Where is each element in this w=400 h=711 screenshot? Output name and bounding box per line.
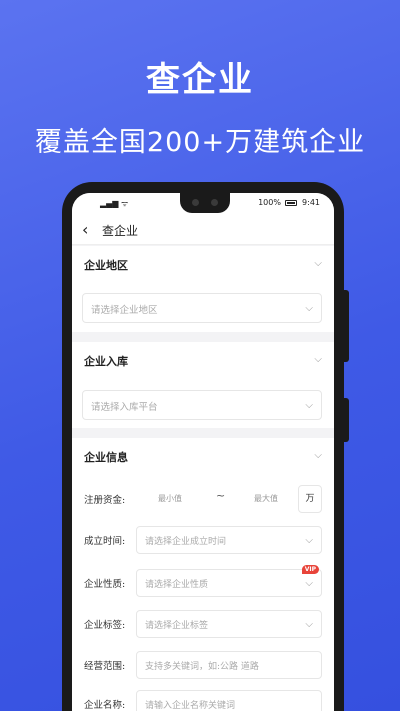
company-name-input[interactable]: 请输入企业名称关键词: [136, 690, 322, 711]
section-entry: 企业入库 ⌵ 请选择入库平台 ⌵: [72, 342, 334, 428]
chevron-down-icon: ⌵: [305, 535, 313, 546]
section-entry-label: 企业入库: [84, 355, 128, 368]
chevron-down-icon: ⌵: [305, 400, 313, 411]
name-label: 企业名称:: [84, 700, 126, 711]
nav-bar: ‹ 查企业: [72, 213, 334, 245]
chevron-down-icon[interactable]: ⌵: [314, 450, 322, 461]
phone-side-button-lower: [344, 398, 349, 442]
nature-select[interactable]: 请选择企业性质 ⌵ VIP: [136, 565, 322, 597]
chevron-down-icon: ⌵: [305, 303, 313, 314]
region-select[interactable]: 请选择企业地区 ⌵: [82, 293, 322, 323]
tags-row: 企业标签: 请选择企业标签 ⌵: [72, 608, 334, 640]
section-region-header[interactable]: 企业地区 ⌵: [72, 246, 334, 282]
capital-label: 注册资金:: [84, 495, 126, 506]
section-info-label: 企业信息: [84, 451, 128, 464]
chevron-down-icon: ⌵: [305, 619, 313, 630]
capital-max-input[interactable]: 最大值: [254, 493, 278, 504]
vip-badge: VIP: [301, 565, 319, 574]
chevron-down-icon: ⌵: [305, 578, 313, 589]
region-select-placeholder: 请选择企业地区: [91, 305, 158, 316]
tags-select[interactable]: 请选择企业标签 ⌵: [136, 610, 322, 638]
camera-icon: [192, 199, 199, 206]
phone-screen: ▂▄▆ ᯤ 100% 9:41 ‹ 查企业 企业地区 ⌵ 请选择企业地区 ⌵ 企…: [72, 193, 334, 711]
nature-row: 企业性质: 请选择企业性质 ⌵ VIP: [72, 565, 334, 599]
scope-placeholder: 支持多关键词，如:公路 道路: [145, 662, 259, 672]
scope-label: 经营范围:: [84, 661, 126, 672]
section-info: 企业信息 ⌵ 注册资金: 最小值 ~ 最大值 万 成立时间: 请选择企业成立时间…: [72, 438, 334, 711]
capital-row: 注册资金: 最小值 ~ 最大值 万: [72, 483, 334, 515]
chevron-down-icon[interactable]: ⌵: [314, 258, 322, 269]
entry-platform-select[interactable]: 请选择入库平台 ⌵: [82, 390, 322, 420]
founded-row: 成立时间: 请选择企业成立时间 ⌵: [72, 524, 334, 556]
chevron-down-icon[interactable]: ⌵: [314, 354, 322, 365]
entry-platform-placeholder: 请选择入库平台: [91, 402, 158, 413]
founded-placeholder: 请选择企业成立时间: [145, 537, 227, 547]
page-title: 查企业: [102, 224, 139, 238]
promo-subtitle: 覆盖全国200+万建筑企业: [34, 127, 366, 158]
nature-label: 企业性质:: [84, 579, 126, 590]
section-entry-header[interactable]: 企业入库 ⌵: [72, 342, 334, 378]
signal-wifi-icon: ▂▄▆ ᯤ: [100, 199, 129, 208]
founded-label: 成立时间:: [84, 536, 126, 547]
status-right: 100% 9:41: [258, 198, 320, 207]
sensor-icon: [211, 199, 218, 206]
scope-row: 经营范围: 支持多关键词，如:公路 道路: [72, 649, 334, 681]
tags-label: 企业标签:: [84, 620, 126, 631]
battery-icon: [285, 200, 298, 206]
capital-range: 最小值 ~ 最大值 万: [136, 485, 322, 513]
founded-select[interactable]: 请选择企业成立时间 ⌵: [136, 526, 322, 554]
section-region-label: 企业地区: [84, 259, 128, 272]
company-name-placeholder: 请输入企业名称关键词: [145, 701, 236, 711]
nature-placeholder: 请选择企业性质: [145, 580, 209, 590]
camera-notch: [180, 193, 230, 213]
phone-side-button: [344, 290, 349, 362]
battery-percent: 100%: [258, 198, 281, 207]
tags-placeholder: 请选择企业标签: [145, 621, 209, 631]
section-region: 企业地区 ⌵ 请选择企业地区 ⌵: [72, 246, 334, 332]
range-separator: ~: [216, 489, 226, 502]
scope-input[interactable]: 支持多关键词，如:公路 道路: [136, 651, 322, 679]
capital-min-input[interactable]: 最小值: [158, 493, 182, 504]
name-row: 企业名称: 请输入企业名称关键词: [72, 688, 334, 711]
status-time: 9:41: [302, 198, 320, 207]
promo-title: 查企业: [146, 60, 254, 100]
back-chevron-icon[interactable]: ‹: [82, 220, 88, 239]
capital-unit-button[interactable]: 万: [298, 485, 322, 513]
section-info-header[interactable]: 企业信息 ⌵: [72, 438, 334, 474]
